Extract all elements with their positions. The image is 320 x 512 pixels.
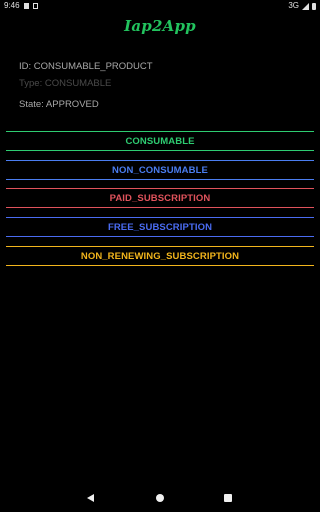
non-renewing-subscription-button-label: NON_RENEWING_SUBSCRIPTION: [80, 250, 240, 262]
product-state: State: APPROVED: [19, 99, 99, 110]
free-subscription-button-label: FREE_SUBSCRIPTION: [107, 221, 213, 233]
status-time: 9:46: [4, 1, 20, 10]
consumable-button[interactable]: CONSUMABLE: [6, 131, 314, 151]
navigation-bar: [0, 486, 320, 512]
status-bar: 9:46 3G: [0, 0, 320, 12]
notification-b-icon: [32, 3, 38, 9]
battery-icon: [312, 2, 316, 10]
product-id: ID: CONSUMABLE_PRODUCT: [19, 61, 153, 72]
back-icon[interactable]: [87, 494, 94, 502]
recents-icon[interactable]: [224, 494, 232, 502]
non-consumable-button[interactable]: NON_CONSUMABLE: [6, 160, 314, 180]
status-right: 3G: [288, 0, 316, 12]
consumable-button-label: CONSUMABLE: [125, 135, 195, 147]
signal-icon: [302, 2, 309, 10]
paid-subscription-button-label: PAID_SUBSCRIPTION: [109, 192, 211, 204]
home-icon[interactable]: [156, 494, 164, 502]
paid-subscription-button[interactable]: PAID_SUBSCRIPTION: [6, 188, 314, 208]
non-consumable-button-label: NON_CONSUMABLE: [112, 164, 208, 176]
free-subscription-button[interactable]: FREE_SUBSCRIPTION: [6, 217, 314, 237]
notification-box-icon: [23, 3, 29, 9]
product-type: Type: CONSUMABLE: [19, 78, 112, 89]
network-type: 3G: [288, 1, 299, 10]
app-title: Iap2App: [124, 17, 196, 35]
status-left: 9:46: [4, 0, 38, 12]
non-renewing-subscription-button[interactable]: NON_RENEWING_SUBSCRIPTION: [6, 246, 314, 266]
